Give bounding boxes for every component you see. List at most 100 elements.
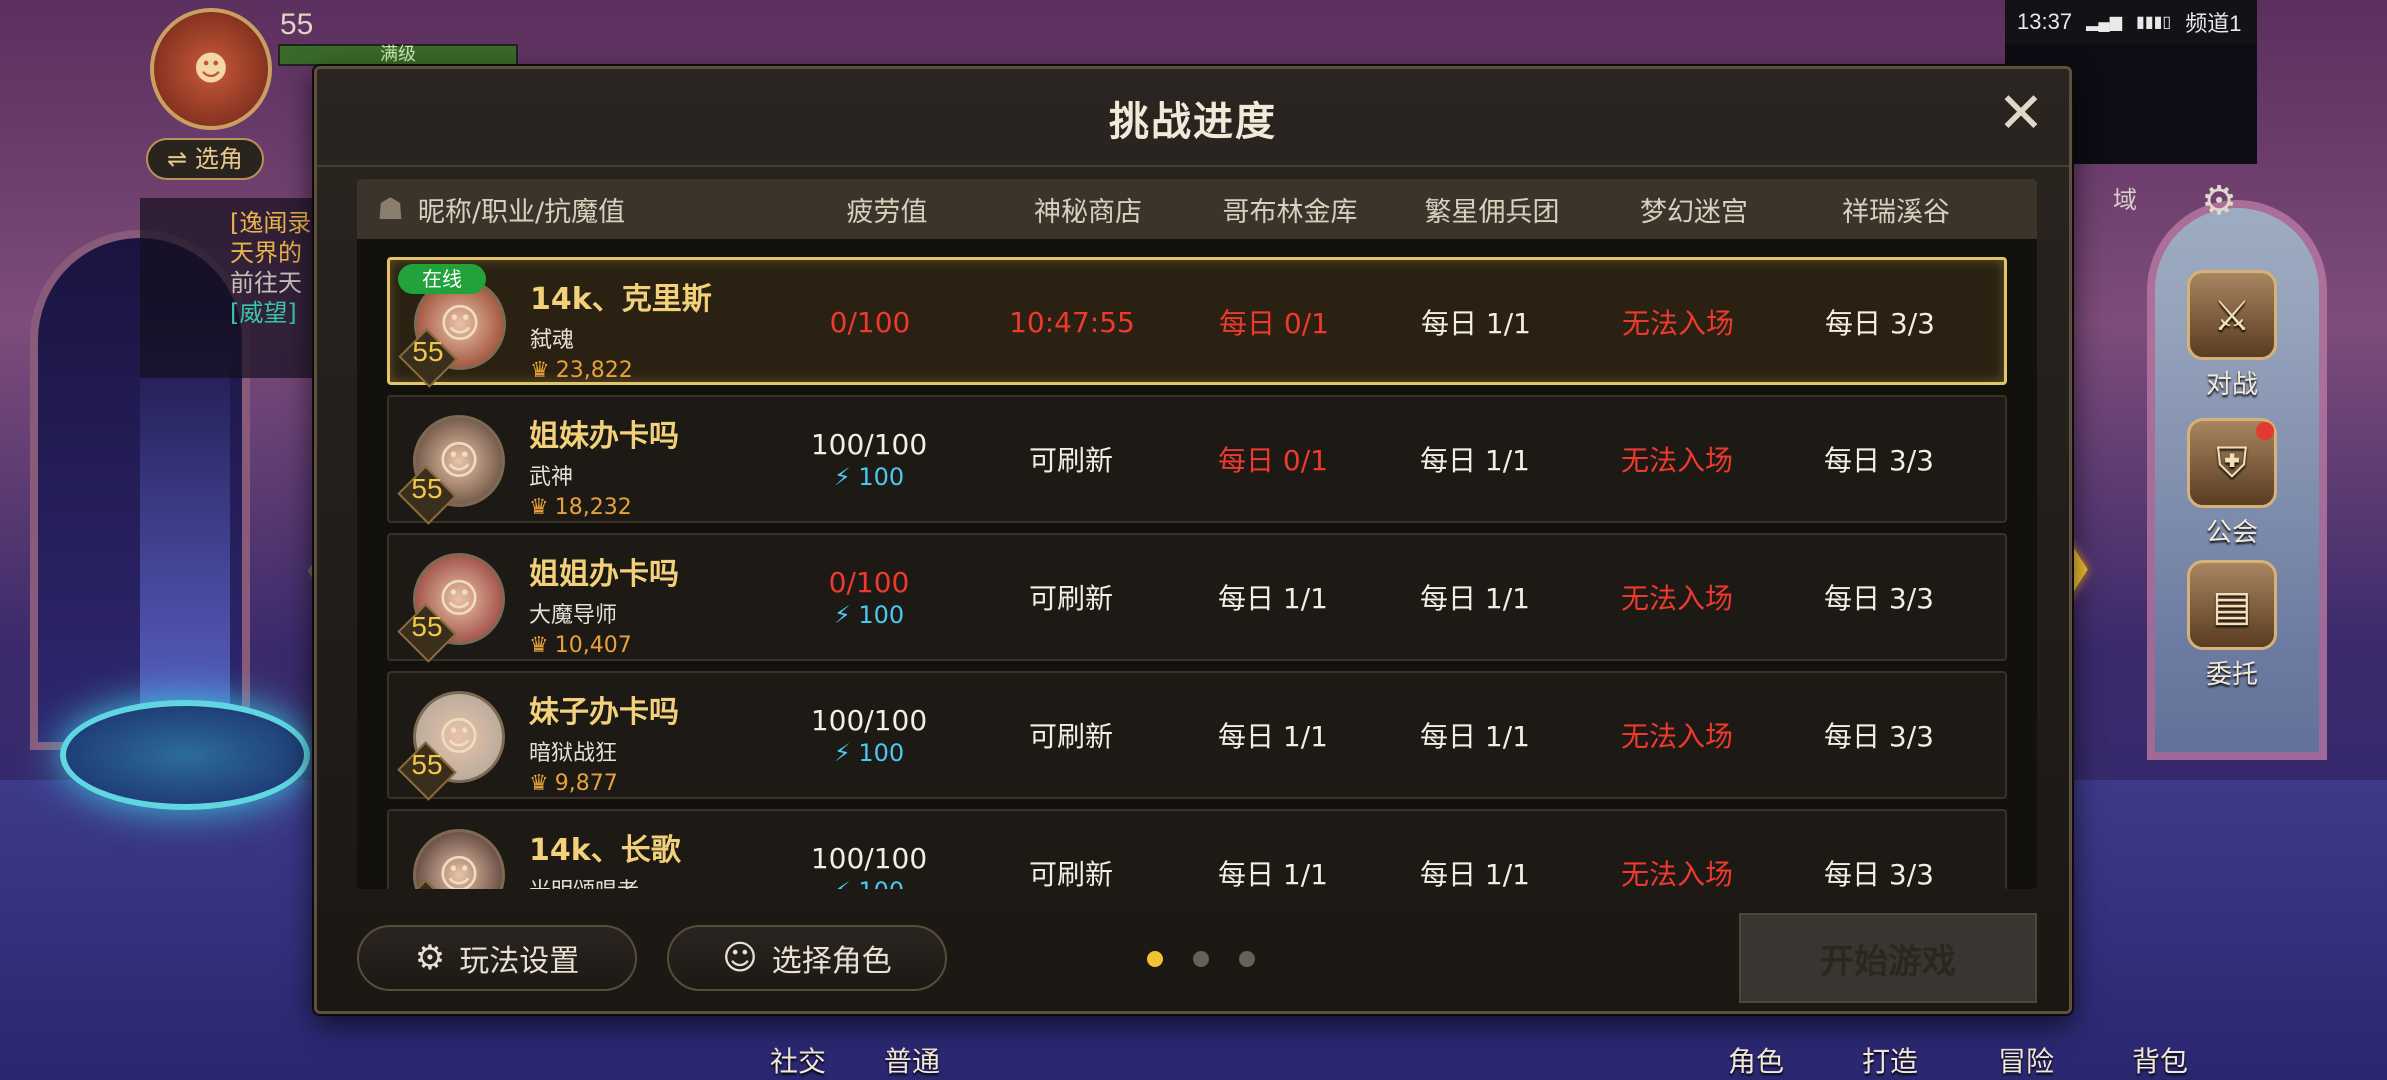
shop-cell: 可刷新	[971, 397, 1171, 521]
character-job: 暗狱战狂	[529, 741, 618, 766]
online-badge: 在线	[398, 264, 486, 294]
chat-panel[interactable]: [逸闻录 天界的 前往天 [威望]	[140, 198, 340, 378]
star-cell: 每日 1/1	[1375, 397, 1575, 521]
maze-cell-value: 无法入场	[1620, 720, 1733, 753]
maze-cell-value: 无法入场	[1620, 444, 1733, 477]
nav-bag[interactable]: 背包	[2132, 1040, 2188, 1080]
column-header-fatigue: 疲劳值	[846, 196, 928, 228]
side-button-guild[interactable]: ⛨ 公会	[2172, 418, 2292, 549]
nav-social[interactable]: 社交	[770, 1040, 826, 1080]
anti-magic-number: 18,232	[554, 495, 632, 520]
maze-cell: 无法入场	[1577, 535, 1777, 659]
page-dot[interactable]	[1239, 951, 1255, 967]
battery-icon: ▮▮▮▯	[2136, 14, 2172, 31]
challenge-progress-dialog: 挑战进度 ✕ ☗ 昵称/职业/抗魔值 疲劳值 神秘商店 哥布林金库 繁星佣兵团 …	[314, 66, 2072, 1014]
start-game-button[interactable]: 开始游戏	[1739, 913, 2037, 1003]
gear-icon[interactable]: ⚙	[2201, 178, 2237, 224]
settings-gear-icon: ⚙	[414, 938, 446, 978]
fatigue-cell-value: 100/100	[810, 703, 928, 737]
fatigue-cell: 0/100	[770, 260, 970, 384]
side-button-label: 对战	[2205, 370, 2258, 400]
column-header-valley: 祥瑞溪谷	[1842, 196, 1950, 228]
character-list[interactable]: ☺ 55 在线 14k、克里斯 弑魂 ♛ 23,822 0/100 10:47:55 每日 0/1…	[387, 257, 2007, 889]
anti-magic-value: ♛ 23,822	[530, 358, 712, 383]
column-header-maze: 梦幻迷宫	[1640, 196, 1748, 228]
level-bar: 满级	[278, 44, 518, 66]
player-avatar[interactable]: ☻	[150, 8, 272, 130]
region-label: 域	[2113, 186, 2137, 214]
fatigue-bonus: ⚡ 100	[834, 877, 904, 890]
page-indicator	[1147, 951, 1255, 967]
select-character-button[interactable]: ☺ 选择角色	[667, 925, 947, 991]
close-button[interactable]: ✕	[1995, 86, 2047, 143]
goblin-cell: 每日 1/1	[1173, 811, 1373, 889]
fatigue-bonus: ⚡ 100	[833, 600, 905, 629]
valley-cell: 每日 3/3	[1779, 811, 1979, 889]
game-settings-button[interactable]: ⚙ 玩法设置	[357, 925, 637, 991]
character-info: 14k、长歌光明颂唱者	[529, 825, 681, 889]
character-info: 妹子办卡吗暗狱战狂 ♛ 9,877	[529, 687, 679, 796]
star-cell: 每日 1/1	[1375, 535, 1575, 659]
switch-role-button[interactable]: ⇌ 选角	[146, 138, 264, 180]
channel-label[interactable]: 频道1	[2185, 6, 2241, 38]
fatigue-bonus: ⚡ 100	[833, 738, 905, 767]
maze-cell: 无法入场	[1577, 397, 1777, 521]
player-level: 55	[280, 8, 314, 41]
maze-cell-value: 无法入场	[1620, 858, 1733, 889]
nav-character[interactable]: 角色	[1728, 1040, 1784, 1080]
valley-cell: 每日 3/3	[1779, 535, 1979, 659]
column-header-name: ☗ 昵称/职业/抗魔值	[357, 190, 787, 229]
character-job: 大魔导师	[529, 603, 618, 628]
table-row[interactable]: ☺ 55 在线 14k、克里斯 弑魂 ♛ 23,822 0/100 10:47:55 每日 0/1…	[387, 257, 2007, 388]
dialog-title: 挑战进度	[1109, 99, 1277, 145]
character-level: 55	[403, 887, 451, 889]
character-name: 姐妹办卡吗	[529, 419, 679, 454]
fatigue-cell: 100/100⚡ 100	[769, 673, 969, 797]
shop-cell: 10:47:55	[972, 260, 1172, 384]
page-dot[interactable]	[1193, 951, 1209, 967]
anti-magic-value: ♛ 18,232	[529, 495, 679, 520]
valley-cell-value: 每日 3/3	[1825, 307, 1935, 340]
table-header: ☗ 昵称/职业/抗魔值 疲劳值 神秘商店 哥布林金库 繁星佣兵团 梦幻迷宫 祥瑞…	[357, 179, 2037, 239]
dialog-footer: ⚙ 玩法设置 ☺ 选择角色 开始游戏	[357, 913, 2037, 1003]
side-button-commission[interactable]: ▤ 委托	[2172, 560, 2292, 691]
crown-icon: ♛	[529, 633, 549, 658]
anti-magic-value: ♛ 9,877	[529, 771, 679, 796]
shop-cell: 可刷新	[971, 673, 1171, 797]
page-dot[interactable]	[1147, 951, 1163, 967]
character-name: 姐姐办卡吗	[529, 557, 679, 592]
table-row[interactable]: ☺ 55 姐姐办卡吗 大魔导师 ♛ 10,407 0/100 ⚡ 100 可刷新 每日 1/1 每日…	[387, 533, 2007, 663]
column-header-star: 繁星佣兵团	[1424, 196, 1560, 228]
table-row[interactable]: ☺ 55 妹子办卡吗 暗狱战狂 ♛ 9,877 100/100 ⚡ 100 可刷新 每日 1/1 每…	[387, 671, 2007, 801]
nav-craft[interactable]: 打造	[1862, 1040, 1918, 1080]
shop-cell-value: 可刷新	[1028, 582, 1113, 615]
progress-table: ☗ 昵称/职业/抗魔值 疲劳值 神秘商店 哥布林金库 繁星佣兵团 梦幻迷宫 祥瑞…	[357, 179, 2037, 889]
nav-normal[interactable]: 普通	[884, 1040, 940, 1080]
fatigue-cell: 100/100⚡ 100	[769, 811, 969, 890]
maze-cell: 无法入场	[1577, 811, 1777, 889]
star-cell-value: 每日 1/1	[1421, 307, 1531, 340]
character-silhouette-icon: ☗	[377, 191, 404, 227]
fatigue-cell: 100/100⚡ 100	[769, 397, 969, 521]
fatigue-cell-value: 0/100	[829, 305, 911, 339]
character-level: 55	[411, 749, 443, 780]
character-name: 妹子办卡吗	[529, 695, 679, 730]
column-label: 昵称/职业/抗魔值	[417, 196, 626, 228]
character-icon: ☺	[722, 938, 758, 978]
fatigue-bonus: ⚡ 100	[833, 462, 905, 491]
table-row[interactable]: ☺5514k、长歌光明颂唱者100/100⚡ 100可刷新每日 1/1每日 1/…	[387, 809, 2007, 889]
button-label: 选择角色	[771, 944, 892, 979]
character-info: 14k、克里斯 弑魂 ♛ 23,822	[530, 274, 712, 383]
shop-cell-value: 可刷新	[1028, 444, 1113, 477]
valley-cell-value: 每日 3/3	[1824, 720, 1934, 753]
nav-adventure[interactable]: 冒险	[1998, 1040, 2054, 1080]
goblin-cell: 每日 0/1	[1173, 397, 1373, 521]
table-row[interactable]: ☺ 55 姐妹办卡吗 武神 ♛ 18,232 100/100 ⚡ 100 可刷新 每日 0/1 每日…	[387, 395, 2007, 525]
valley-cell: 每日 3/3	[1779, 673, 1979, 797]
character-name: 14k、长歌	[529, 833, 681, 868]
clock: 13:37	[2017, 9, 2073, 34]
character-level: 55	[412, 336, 444, 367]
goblin-cell-value: 每日 1/1	[1218, 858, 1328, 889]
side-button-battle[interactable]: ⚔ 对战	[2172, 270, 2292, 401]
maze-cell-value: 无法入场	[1620, 582, 1733, 615]
